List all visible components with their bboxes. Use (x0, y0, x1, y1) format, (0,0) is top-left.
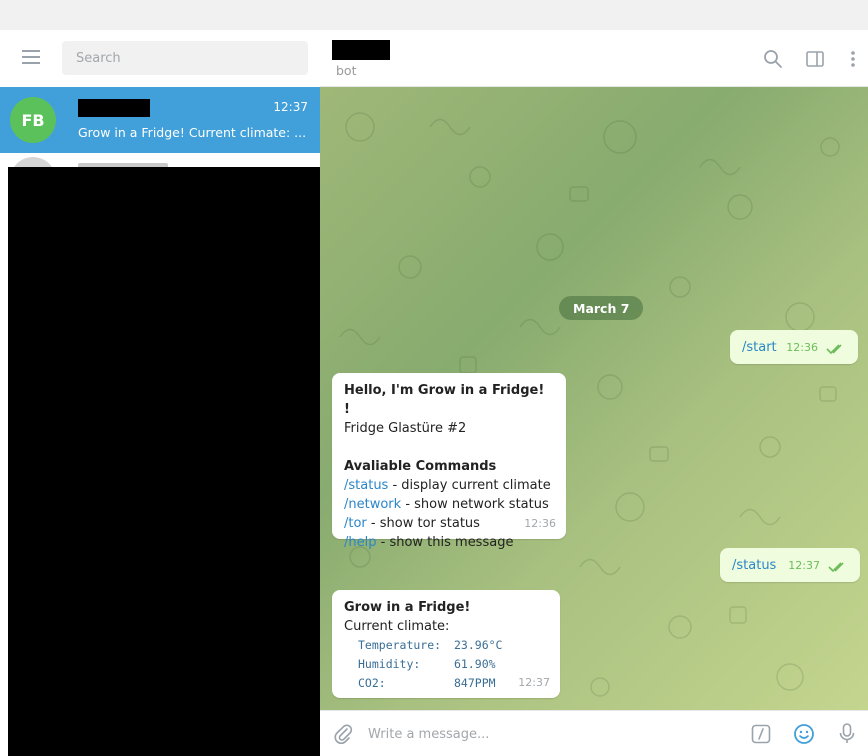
commands-heading: Avaliable Commands (344, 459, 497, 474)
climate-row: Humidity: 61.90% (344, 655, 548, 674)
message-composer (320, 710, 868, 756)
emoji-icon[interactable] (792, 722, 816, 746)
command-link[interactable]: /help (344, 535, 376, 550)
chat-preview: Grow in a Fridge! Current climate: ... (78, 125, 307, 140)
hamburger-menu-icon[interactable] (22, 50, 44, 66)
date-separator: March 7 (559, 296, 644, 320)
message-title: Hello, I'm Grow in a Fridge! ! (344, 383, 545, 417)
conversation-title-redacted (332, 40, 390, 60)
message-area[interactable]: March 7 /start 12:36 Hello, I'm Grow in … (320, 87, 868, 710)
command-link[interactable]: /tor (344, 516, 367, 531)
chat-list-header (0, 30, 320, 87)
more-vertical-icon[interactable] (842, 48, 864, 70)
search-input[interactable] (62, 41, 308, 75)
message-time: 12:37 (788, 559, 820, 572)
climate-value: 61.90% (454, 657, 496, 671)
command-row: /tor - show tor status (344, 514, 554, 533)
message-time: 12:36 (786, 341, 818, 354)
command-description: - show network status (401, 497, 549, 512)
climate-value: 23.96°C (454, 638, 503, 652)
double-check-icon (828, 562, 844, 573)
paperclip-icon[interactable] (332, 723, 354, 745)
message-subtitle: Current climate: (344, 619, 450, 634)
search-icon[interactable] (762, 48, 784, 70)
outgoing-message[interactable]: /status 12:37 (720, 548, 860, 582)
climate-label: Humidity: (358, 657, 421, 671)
climate-value: 847PPM (454, 676, 496, 690)
climate-label: Temperature: (358, 638, 442, 652)
conversation-status: bot (336, 63, 357, 78)
chat-name-redacted (78, 99, 150, 117)
double-check-icon (826, 344, 842, 355)
command-row: /status - display current climate (344, 476, 554, 495)
message-time: 12:36 (524, 517, 556, 530)
command-link[interactable]: /status (344, 478, 388, 493)
command-description: - show tor status (366, 516, 480, 531)
message-time: 12:37 (518, 676, 550, 689)
message-input[interactable] (368, 721, 728, 747)
message-subtitle: Fridge Glastüre #2 (344, 421, 467, 436)
conversation-panel: bot March 7 /start 12:36 Hello, I'm Grow… (320, 30, 868, 756)
conversation-header: bot (320, 30, 868, 87)
climate-row: Temperature: 23.96°C (344, 636, 548, 655)
redacted-chat-list (8, 167, 320, 756)
message-title: Grow in a Fridge! (344, 600, 471, 615)
microphone-icon[interactable] (836, 722, 858, 746)
chat-time: 12:37 (273, 100, 308, 114)
command-row: /help - show this message (344, 533, 554, 552)
climate-label: CO2: (358, 676, 386, 690)
command-row: /network - show network status (344, 495, 554, 514)
incoming-message[interactable]: Hello, I'm Grow in a Fridge! ! Fridge Gl… (332, 373, 566, 550)
command-description: - show this message (376, 535, 514, 550)
bot-commands-icon[interactable] (750, 723, 772, 745)
outgoing-message[interactable]: /start 12:36 (730, 330, 858, 364)
command-link[interactable]: /network (344, 497, 401, 512)
chat-list-item-active[interactable]: FB 12:37 Grow in a Fridge! Current clima… (0, 87, 320, 153)
command-link[interactable]: /status (732, 558, 776, 573)
avatar: FB (10, 97, 56, 143)
incoming-message[interactable]: Grow in a Fridge! Current climate: Tempe… (332, 590, 560, 698)
command-description: - display current climate (388, 478, 551, 493)
side-panel-icon[interactable] (804, 48, 826, 70)
chat-list-panel: FB 12:37 Grow in a Fridge! Current clima… (0, 30, 320, 756)
command-link[interactable]: /start (742, 340, 777, 355)
window-top-strip (0, 0, 868, 30)
